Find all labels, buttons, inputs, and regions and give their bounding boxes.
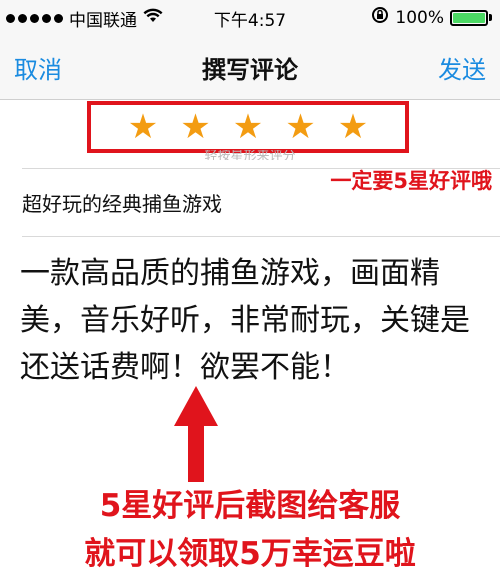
send-button[interactable]: 发送 — [438, 50, 486, 85]
arrow-up-icon — [174, 386, 218, 482]
annotation-reward: 5星好评后截图给客服 就可以领取5万幸运豆啦 — [0, 482, 500, 578]
star-icon[interactable]: ★ — [338, 110, 368, 144]
rating-hint: 轻按星形来评分 — [204, 150, 296, 160]
status-bar: 中国联通 下午4:57 100% — [0, 0, 500, 34]
review-title-field[interactable]: 超好玩的经典捕鱼游戏 — [22, 188, 222, 217]
review-body-field[interactable]: 一款高品质的捕鱼游戏，画面精美，音乐好听，非常耐玩，关键是还送话费啊！欲罢不能！ — [20, 250, 480, 391]
status-right: 100% — [371, 6, 492, 29]
star-icon[interactable]: ★ — [180, 110, 210, 144]
battery-tip — [489, 14, 492, 21]
rotation-lock-icon — [371, 6, 389, 29]
star-icon[interactable]: ★ — [285, 110, 315, 144]
star-icon[interactable]: ★ — [128, 110, 158, 144]
annotation-five-star: 一定要5星好评哦 — [330, 169, 492, 193]
star-icon[interactable]: ★ — [233, 110, 263, 144]
navigation-bar: 取消 撰写评论 发送 — [0, 34, 500, 100]
star-rating[interactable]: ★ ★ ★ ★ ★ — [87, 101, 409, 153]
battery-icon — [450, 9, 488, 26]
battery-level — [453, 12, 485, 23]
divider — [22, 236, 500, 237]
annotation-reward-line2: 就可以领取5万幸运豆啦 — [84, 536, 416, 572]
page-title: 撰写评论 — [202, 56, 298, 84]
annotation-reward-line1: 5星好评后截图给客服 — [99, 488, 401, 524]
battery-percent: 100% — [395, 7, 444, 28]
